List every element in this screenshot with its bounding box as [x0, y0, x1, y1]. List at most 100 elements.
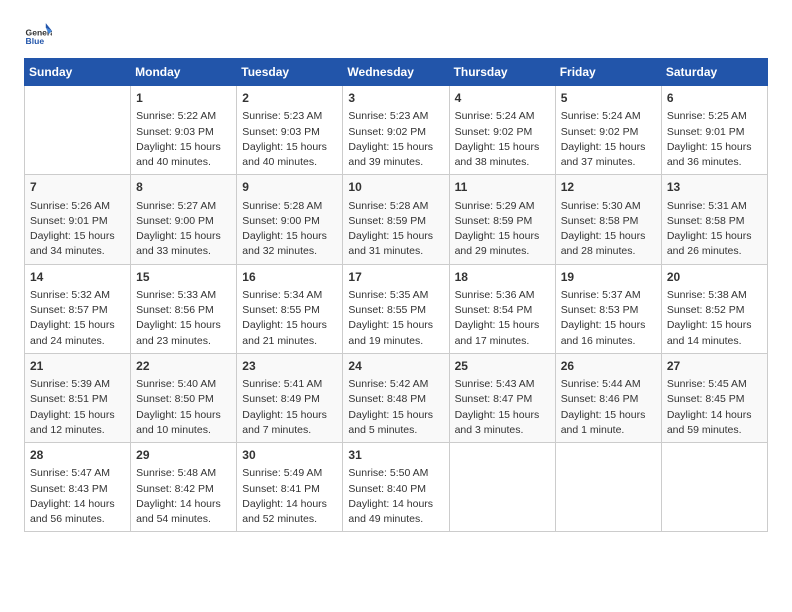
cell-sunrise: Sunrise: 5:38 AM [667, 288, 762, 303]
col-header-monday: Monday [131, 59, 237, 86]
calendar-cell: 2Sunrise: 5:23 AMSunset: 9:03 PMDaylight… [237, 86, 343, 175]
cell-daylight: Daylight: 15 hours and 16 minutes. [561, 318, 656, 348]
cell-sunrise: Sunrise: 5:41 AM [242, 377, 337, 392]
calendar-cell: 14 Sunrise: 5:32 AMSunset: 8:57 PMDayligh… [25, 264, 131, 353]
cell-sunset: Sunset: 8:56 PM [136, 303, 231, 318]
cell-sunset: Sunset: 8:40 PM [348, 482, 443, 497]
day-number: 27 [667, 358, 762, 375]
day-number: 4 [455, 90, 550, 107]
day-number: 6 [667, 90, 762, 107]
header: General Blue [24, 20, 768, 48]
cell-sunset: Sunset: 8:57 PM [30, 303, 125, 318]
cell-daylight: Daylight: 15 hours and 24 minutes. [30, 318, 125, 348]
day-number: 10 [348, 179, 443, 196]
cell-daylight: Daylight: 15 hours and 29 minutes. [455, 229, 550, 259]
cell-daylight: Daylight: 15 hours and 3 minutes. [455, 408, 550, 438]
cell-sunset: Sunset: 8:53 PM [561, 303, 656, 318]
cell-sunset: Sunset: 9:02 PM [561, 125, 656, 140]
calendar-cell: 10Sunrise: 5:28 AMSunset: 8:59 PMDayligh… [343, 175, 449, 264]
calendar-cell: 8Sunrise: 5:27 AMSunset: 9:00 PMDaylight… [131, 175, 237, 264]
cell-sunrise: Sunrise: 5:35 AM [348, 288, 443, 303]
cell-daylight: Daylight: 15 hours and 40 minutes. [136, 140, 231, 170]
cell-sunrise: Sunrise: 5:23 AM [348, 109, 443, 124]
day-number: 16 [242, 269, 337, 286]
calendar-cell: 31Sunrise: 5:50 AMSunset: 8:40 PMDayligh… [343, 443, 449, 532]
calendar-cell: 26Sunrise: 5:44 AMSunset: 8:46 PMDayligh… [555, 353, 661, 442]
day-number: 26 [561, 358, 656, 375]
calendar-cell: 7Sunrise: 5:26 AMSunset: 9:01 PMDaylight… [25, 175, 131, 264]
cell-sunrise: Sunrise: 5:24 AM [561, 109, 656, 124]
cell-sunrise: Sunrise: 5:31 AM [667, 199, 762, 214]
col-header-friday: Friday [555, 59, 661, 86]
cell-sunrise: Sunrise: 5:45 AM [667, 377, 762, 392]
calendar-cell: 12Sunrise: 5:30 AMSunset: 8:58 PMDayligh… [555, 175, 661, 264]
cell-daylight: Daylight: 15 hours and 33 minutes. [136, 229, 231, 259]
calendar-cell [25, 86, 131, 175]
cell-sunset: Sunset: 8:46 PM [561, 392, 656, 407]
day-number: 14 [30, 269, 125, 286]
cell-sunset: Sunset: 8:52 PM [667, 303, 762, 318]
cell-daylight: Daylight: 15 hours and 12 minutes. [30, 408, 125, 438]
cell-sunset: Sunset: 8:45 PM [667, 392, 762, 407]
cell-daylight: Daylight: 14 hours and 59 minutes. [667, 408, 762, 438]
day-number: 20 [667, 269, 762, 286]
day-number: 31 [348, 447, 443, 464]
cell-daylight: Daylight: 15 hours and 5 minutes. [348, 408, 443, 438]
day-number: 2 [242, 90, 337, 107]
day-number: 8 [136, 179, 231, 196]
cell-daylight: Daylight: 15 hours and 32 minutes. [242, 229, 337, 259]
calendar-cell: 13Sunrise: 5:31 AMSunset: 8:58 PMDayligh… [661, 175, 767, 264]
calendar-cell: 15Sunrise: 5:33 AMSunset: 8:56 PMDayligh… [131, 264, 237, 353]
cell-daylight: Daylight: 15 hours and 39 minutes. [348, 140, 443, 170]
cell-daylight: Daylight: 15 hours and 34 minutes. [30, 229, 125, 259]
cell-sunrise: Sunrise: 5:37 AM [561, 288, 656, 303]
cell-sunrise: Sunrise: 5:30 AM [561, 199, 656, 214]
cell-daylight: Daylight: 15 hours and 17 minutes. [455, 318, 550, 348]
calendar-cell: 23Sunrise: 5:41 AMSunset: 8:49 PMDayligh… [237, 353, 343, 442]
day-number: 11 [455, 179, 550, 196]
cell-sunrise: Sunrise: 5:39 AM [30, 377, 125, 392]
day-number: 29 [136, 447, 231, 464]
cell-daylight: Daylight: 15 hours and 1 minute. [561, 408, 656, 438]
calendar-cell: 30Sunrise: 5:49 AMSunset: 8:41 PMDayligh… [237, 443, 343, 532]
day-number: 28 [30, 447, 125, 464]
day-number: 21 [30, 358, 125, 375]
cell-daylight: Daylight: 15 hours and 38 minutes. [455, 140, 550, 170]
cell-daylight: Daylight: 14 hours and 54 minutes. [136, 497, 231, 527]
calendar-cell: 29Sunrise: 5:48 AMSunset: 8:42 PMDayligh… [131, 443, 237, 532]
cell-sunset: Sunset: 9:02 PM [455, 125, 550, 140]
cell-sunrise: Sunrise: 5:28 AM [348, 199, 443, 214]
logo-icon: General Blue [24, 20, 52, 48]
calendar-cell: 17Sunrise: 5:35 AMSunset: 8:55 PMDayligh… [343, 264, 449, 353]
calendar-cell: 6Sunrise: 5:25 AMSunset: 9:01 PMDaylight… [661, 86, 767, 175]
calendar-cell [661, 443, 767, 532]
cell-daylight: Daylight: 14 hours and 52 minutes. [242, 497, 337, 527]
cell-sunset: Sunset: 9:00 PM [242, 214, 337, 229]
day-number: 7 [30, 179, 125, 196]
cell-sunset: Sunset: 8:42 PM [136, 482, 231, 497]
cell-sunset: Sunset: 8:41 PM [242, 482, 337, 497]
calendar-cell: 22Sunrise: 5:40 AMSunset: 8:50 PMDayligh… [131, 353, 237, 442]
cell-sunrise: Sunrise: 5:32 AM [30, 288, 125, 303]
cell-sunrise: Sunrise: 5:47 AM [30, 466, 125, 481]
day-number: 30 [242, 447, 337, 464]
cell-sunrise: Sunrise: 5:28 AM [242, 199, 337, 214]
cell-daylight: Daylight: 15 hours and 14 minutes. [667, 318, 762, 348]
svg-text:Blue: Blue [26, 36, 45, 46]
day-number: 22 [136, 358, 231, 375]
cell-sunset: Sunset: 8:59 PM [348, 214, 443, 229]
day-number: 25 [455, 358, 550, 375]
cell-sunset: Sunset: 9:03 PM [136, 125, 231, 140]
cell-sunrise: Sunrise: 5:23 AM [242, 109, 337, 124]
cell-sunrise: Sunrise: 5:27 AM [136, 199, 231, 214]
calendar-cell [555, 443, 661, 532]
calendar-cell: 20 Sunrise: 5:38 AMSunset: 8:52 PMDayligh… [661, 264, 767, 353]
calendar-cell: 19Sunrise: 5:37 AMSunset: 8:53 PMDayligh… [555, 264, 661, 353]
day-number: 1 [136, 90, 231, 107]
logo: General Blue [24, 20, 56, 48]
calendar-cell: 9Sunrise: 5:28 AMSunset: 9:00 PMDaylight… [237, 175, 343, 264]
cell-sunrise: Sunrise: 5:26 AM [30, 199, 125, 214]
calendar-cell: 18Sunrise: 5:36 AMSunset: 8:54 PMDayligh… [449, 264, 555, 353]
day-number: 23 [242, 358, 337, 375]
calendar-cell: 24Sunrise: 5:42 AMSunset: 8:48 PMDayligh… [343, 353, 449, 442]
